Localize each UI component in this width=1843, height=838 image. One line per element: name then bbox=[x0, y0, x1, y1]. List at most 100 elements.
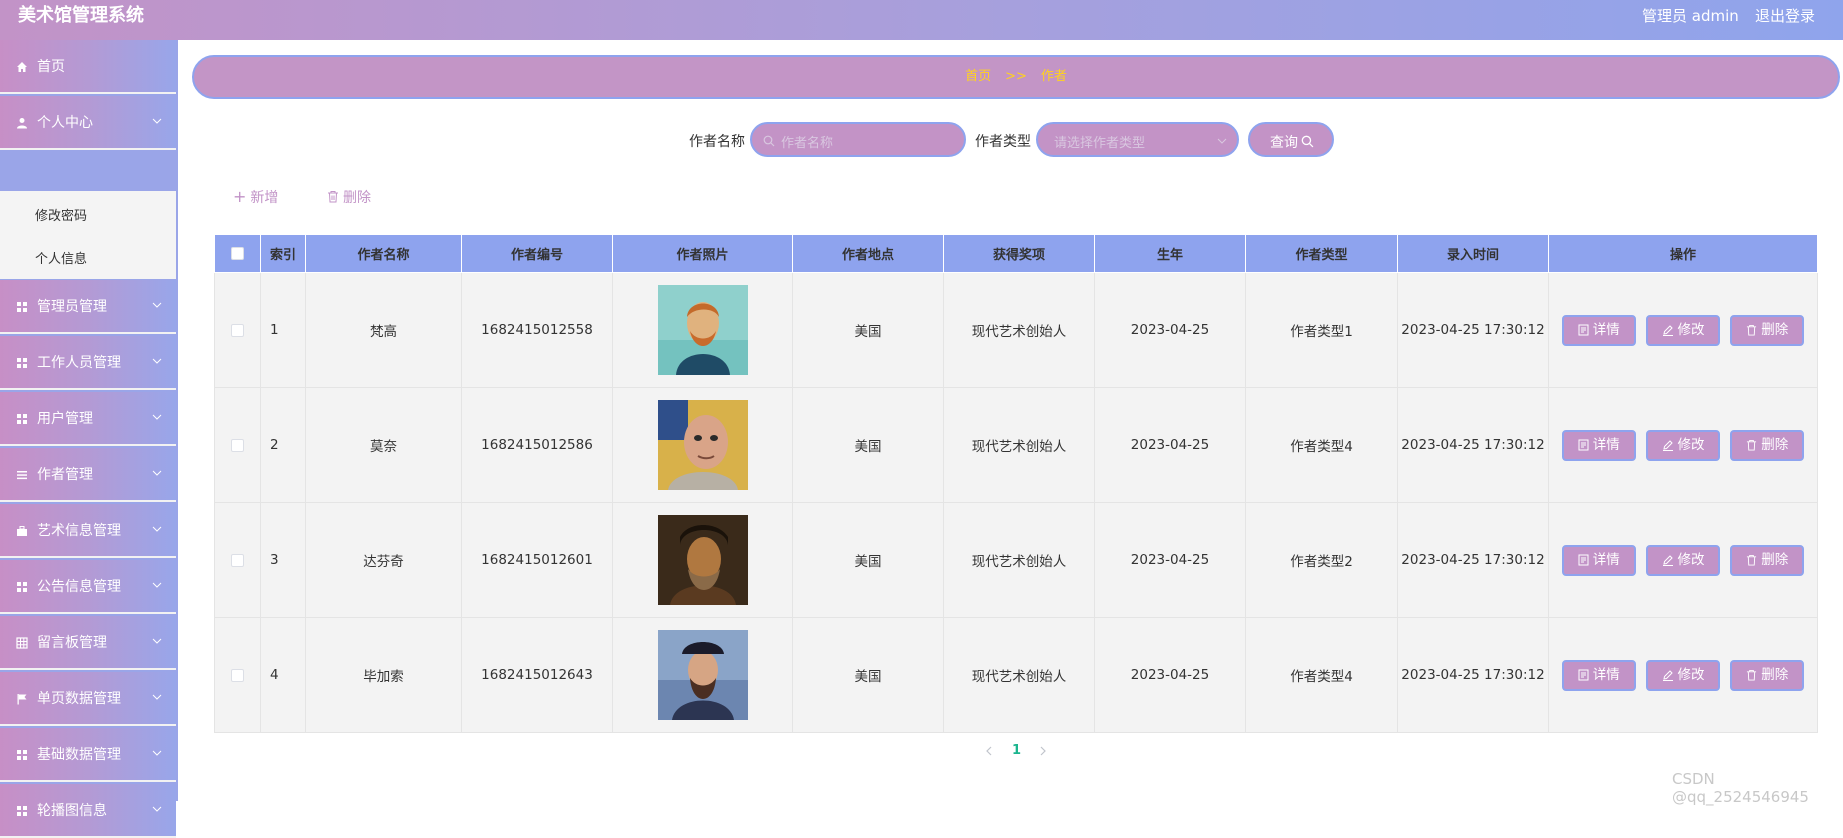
sidebar-item-label: 基础数据管理 bbox=[37, 747, 121, 763]
search-button[interactable]: 查询 bbox=[1248, 122, 1334, 157]
chevron-down-icon bbox=[152, 358, 162, 364]
author-award: 现代艺术创始人 bbox=[943, 387, 1095, 503]
row-actions: 详情 修改 删除 bbox=[1548, 502, 1818, 618]
sidebar-item-authors[interactable]: 作者管理 bbox=[0, 448, 176, 502]
delete-button[interactable]: 删除 bbox=[1730, 314, 1805, 346]
page-number-current[interactable]: 1 bbox=[1012, 743, 1021, 758]
sidebar-item-profile[interactable]: 个人中心 bbox=[0, 96, 176, 150]
table-header-row: 索引 作者名称 作者编号 作者照片 作者地点 获得奖项 生年 作者类型 录入时间… bbox=[214, 234, 1818, 273]
column-header: 作者编号 bbox=[461, 234, 613, 273]
sidebar-item-users[interactable]: 用户管理 bbox=[0, 392, 176, 446]
detail-button[interactable]: 详情 bbox=[1561, 659, 1636, 691]
sidebar-item-single-page[interactable]: 单页数据管理 bbox=[0, 672, 176, 726]
breadcrumb-home[interactable]: 首页 bbox=[965, 69, 991, 84]
document-icon bbox=[1578, 669, 1589, 680]
delete-label: 删除 bbox=[1761, 321, 1789, 338]
row-checkbox[interactable] bbox=[231, 438, 244, 452]
edit-button[interactable]: 修改 bbox=[1646, 429, 1720, 461]
sidebar-item-base-data[interactable]: 基础数据管理 bbox=[0, 728, 176, 782]
trash-icon bbox=[1747, 324, 1757, 335]
prev-page-icon[interactable] bbox=[985, 746, 994, 756]
home-icon bbox=[17, 62, 27, 72]
edit-icon bbox=[1662, 439, 1673, 451]
detail-button[interactable]: 详情 bbox=[1561, 314, 1636, 346]
author-type: 作者类型2 bbox=[1245, 502, 1398, 618]
delete-button[interactable]: 删除 bbox=[1730, 429, 1805, 461]
select-all-header bbox=[214, 234, 261, 273]
detail-label: 详情 bbox=[1592, 321, 1620, 338]
logout-link[interactable]: 退出登录 bbox=[1755, 5, 1815, 26]
sidebar-item-staff[interactable]: 工作人员管理 bbox=[0, 336, 176, 390]
submenu-personal-info[interactable]: 个人信息 bbox=[35, 248, 87, 267]
author-award: 现代艺术创始人 bbox=[943, 272, 1095, 388]
user-icon bbox=[17, 118, 27, 129]
grid-icon bbox=[17, 358, 27, 368]
delete-label: 删除 bbox=[1761, 551, 1789, 568]
chevron-down-icon bbox=[1217, 138, 1227, 144]
author-name-placeholder: 作者名称 bbox=[781, 136, 834, 151]
detail-button[interactable]: 详情 bbox=[1561, 544, 1636, 576]
row-actions: 详情 修改 删除 bbox=[1548, 617, 1818, 733]
next-page-icon[interactable] bbox=[1038, 746, 1047, 756]
chevron-down-icon bbox=[152, 302, 162, 308]
edit-button[interactable]: 修改 bbox=[1646, 314, 1720, 346]
author-photo-cell bbox=[612, 617, 793, 733]
breadcrumb-current: 作者 bbox=[1040, 69, 1067, 84]
author-type-select[interactable]: 请选择作者类型 bbox=[1036, 122, 1239, 157]
sidebar-item-label: 作者管理 bbox=[37, 467, 93, 483]
sidebar-item-guestbook[interactable]: 留言板管理 bbox=[0, 616, 176, 670]
author-name-label: 作者名称 bbox=[689, 134, 745, 150]
chevron-down-icon bbox=[152, 750, 162, 756]
detail-label: 详情 bbox=[1592, 666, 1620, 683]
delete-button[interactable]: 删除 bbox=[1730, 544, 1805, 576]
author-type: 作者类型4 bbox=[1245, 387, 1398, 503]
top-header: 美术馆管理系统 管理员 admin 退出登录 bbox=[0, 0, 1843, 40]
detail-label: 详情 bbox=[1592, 551, 1620, 568]
table-row: 4 毕加索 1682415012643 美国 现代艺术创始人 2023-04-2… bbox=[214, 617, 1818, 733]
row-checkbox[interactable] bbox=[231, 553, 244, 567]
entry-time: 2023-04-25 17:30:12 bbox=[1397, 272, 1549, 388]
delete-button[interactable]: 删除 bbox=[1730, 659, 1805, 691]
sidebar-item-notices[interactable]: 公告信息管理 bbox=[0, 560, 176, 614]
table-row: 2 莫奈 1682415012586 美国 现代艺术创始人 2023-04-25… bbox=[214, 387, 1818, 503]
batch-delete-button[interactable]: 删除 bbox=[327, 187, 371, 207]
detail-button[interactable]: 详情 bbox=[1561, 429, 1636, 461]
breadcrumb-separator: >> bbox=[1005, 69, 1027, 84]
author-location: 美国 bbox=[792, 502, 944, 618]
entry-time: 2023-04-25 17:30:12 bbox=[1397, 387, 1549, 503]
sidebar-item-admin[interactable]: 管理员管理 bbox=[0, 280, 176, 334]
search-button-label: 查询 bbox=[1270, 135, 1298, 151]
list-icon bbox=[17, 471, 27, 480]
edit-button[interactable]: 修改 bbox=[1646, 544, 1720, 576]
sidebar-item-carousel[interactable]: 轮播图信息 bbox=[0, 784, 176, 838]
table-row: 1 梵高 1682415012558 美国 现代艺术创始人 2023-04-25… bbox=[214, 272, 1818, 388]
detail-label: 详情 bbox=[1592, 436, 1620, 453]
trash-icon bbox=[1747, 554, 1757, 565]
grid-icon bbox=[17, 806, 27, 816]
select-all-checkbox[interactable] bbox=[231, 247, 244, 260]
add-button[interactable]: + 新增 bbox=[233, 187, 278, 207]
entry-time: 2023-04-25 17:30:12 bbox=[1397, 502, 1549, 618]
app-title: 美术馆管理系统 bbox=[18, 5, 144, 26]
author-code: 1682415012558 bbox=[461, 272, 613, 388]
author-location: 美国 bbox=[792, 272, 944, 388]
edit-button[interactable]: 修改 bbox=[1646, 659, 1720, 691]
row-checkbox[interactable] bbox=[231, 668, 244, 682]
chevron-down-icon bbox=[152, 470, 162, 476]
trash-icon bbox=[1747, 439, 1757, 450]
row-select-cell bbox=[214, 617, 261, 733]
column-header: 索引 bbox=[260, 234, 306, 273]
sidebar-item-label: 管理员管理 bbox=[37, 299, 107, 315]
delete-label: 删除 bbox=[1761, 436, 1789, 453]
sidebar-item-art-info[interactable]: 艺术信息管理 bbox=[0, 504, 176, 558]
author-photo bbox=[657, 630, 748, 720]
author-name-input[interactable]: 作者名称 bbox=[750, 122, 966, 157]
row-select-cell bbox=[214, 502, 261, 618]
sidebar-item-home[interactable]: 首页 bbox=[0, 40, 176, 94]
submenu-change-password[interactable]: 修改密码 bbox=[35, 205, 87, 224]
search-icon bbox=[763, 135, 775, 147]
column-header: 获得奖项 bbox=[943, 234, 1095, 273]
chevron-down-icon bbox=[152, 118, 162, 124]
row-checkbox[interactable] bbox=[231, 323, 244, 337]
sidebar: 首页 个人中心 修改密码 个人信息 管理员管理 工作人员管理 用户管理 作者管理… bbox=[0, 40, 178, 838]
